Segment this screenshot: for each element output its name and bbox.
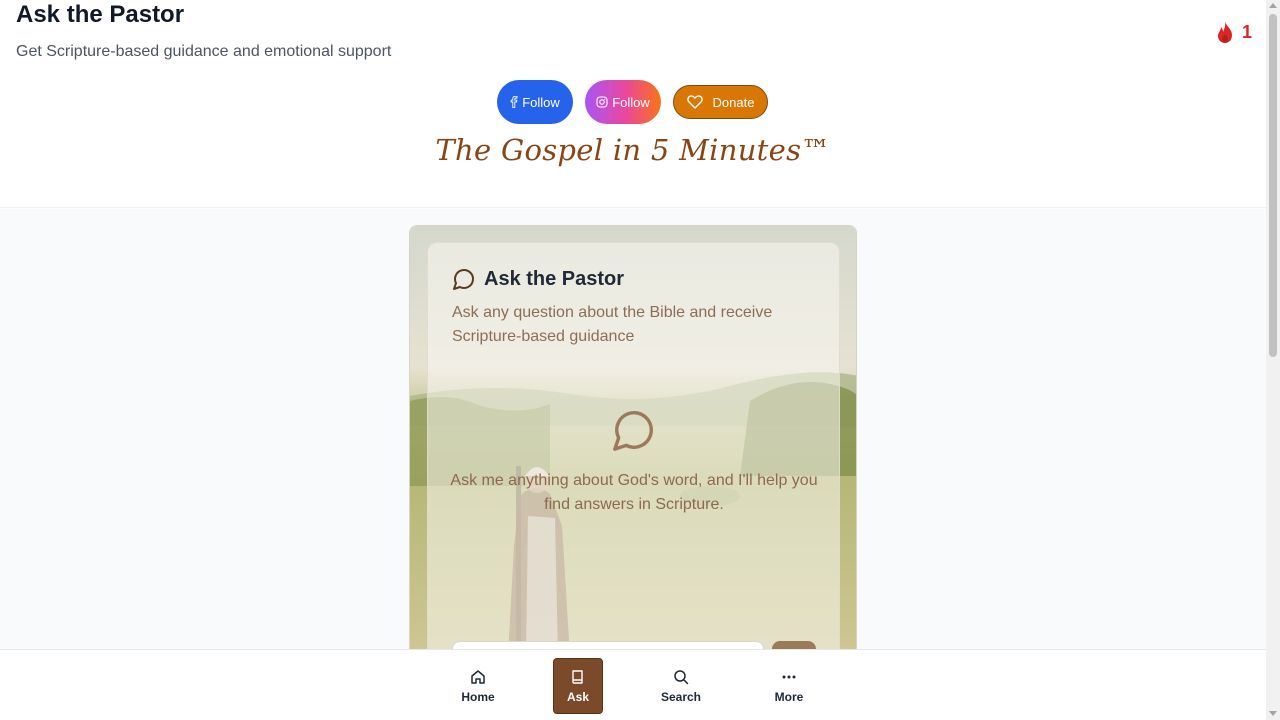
page-title: Ask the Pastor — [16, 1, 185, 28]
app-header: Ask the Pastor Get Scripture-based guida… — [0, 0, 1266, 208]
donate-button[interactable]: Donate — [673, 85, 768, 119]
more-icon — [782, 675, 796, 678]
donate-label: Donate — [712, 94, 755, 110]
streak-count: 1 — [1242, 21, 1253, 42]
empty-state-message: Ask me anything about God's word, and I'… — [450, 472, 818, 513]
search-icon — [674, 669, 689, 684]
nav-item-ask[interactable]: Ask — [553, 658, 603, 714]
streak-counter: 1 — [1214, 20, 1252, 44]
facebook-follow-label: Follow — [522, 94, 560, 110]
nav-item-search[interactable]: Search — [656, 658, 706, 714]
flame-icon — [1218, 21, 1232, 43]
brand-tagline: The Gospel in 5 Minutes™ — [435, 133, 831, 167]
nav-label-ask: Ask — [566, 689, 589, 704]
main-content: Ask the Pastor Ask any question about th… — [0, 209, 1266, 665]
page-subtitle: Get Scripture-based guidance and emotion… — [16, 43, 392, 60]
scrollbar-thumb[interactable] — [1269, 14, 1277, 357]
card-content: Ask the Pastor Ask any question about th… — [427, 242, 840, 664]
page-scrollbar[interactable] — [1266, 0, 1280, 720]
bottom-navigation: Home Ask Search More — [0, 649, 1266, 720]
home-icon — [471, 669, 485, 684]
social-buttons: Follow Follow Donate — [497, 80, 768, 124]
nav-label-search: Search — [660, 689, 702, 704]
scroll-down-arrow[interactable] — [1269, 711, 1277, 716]
nav-item-more[interactable]: More — [764, 658, 814, 714]
nav-label-home: Home — [461, 689, 495, 704]
card-heading: Ask the Pastor — [452, 267, 624, 291]
nav-item-home[interactable]: Home — [453, 658, 503, 714]
instagram-follow-button[interactable]: Follow — [585, 80, 661, 124]
scroll-up-arrow[interactable] — [1269, 3, 1277, 8]
heart-icon — [686, 95, 703, 109]
ask-pastor-card: Ask the Pastor Ask any question about th… — [409, 225, 857, 665]
nav-label-more: More — [774, 689, 804, 704]
facebook-follow-button[interactable]: Follow — [497, 80, 573, 124]
message-circle-icon — [613, 411, 653, 451]
message-circle-icon — [453, 269, 474, 290]
facebook-icon — [510, 96, 518, 108]
instagram-icon — [596, 96, 608, 108]
card-description: Ask any question about the Bible and rec… — [452, 304, 773, 345]
card-title: Ask the Pastor — [484, 267, 625, 290]
instagram-follow-label: Follow — [612, 94, 650, 110]
book-icon — [572, 669, 583, 684]
